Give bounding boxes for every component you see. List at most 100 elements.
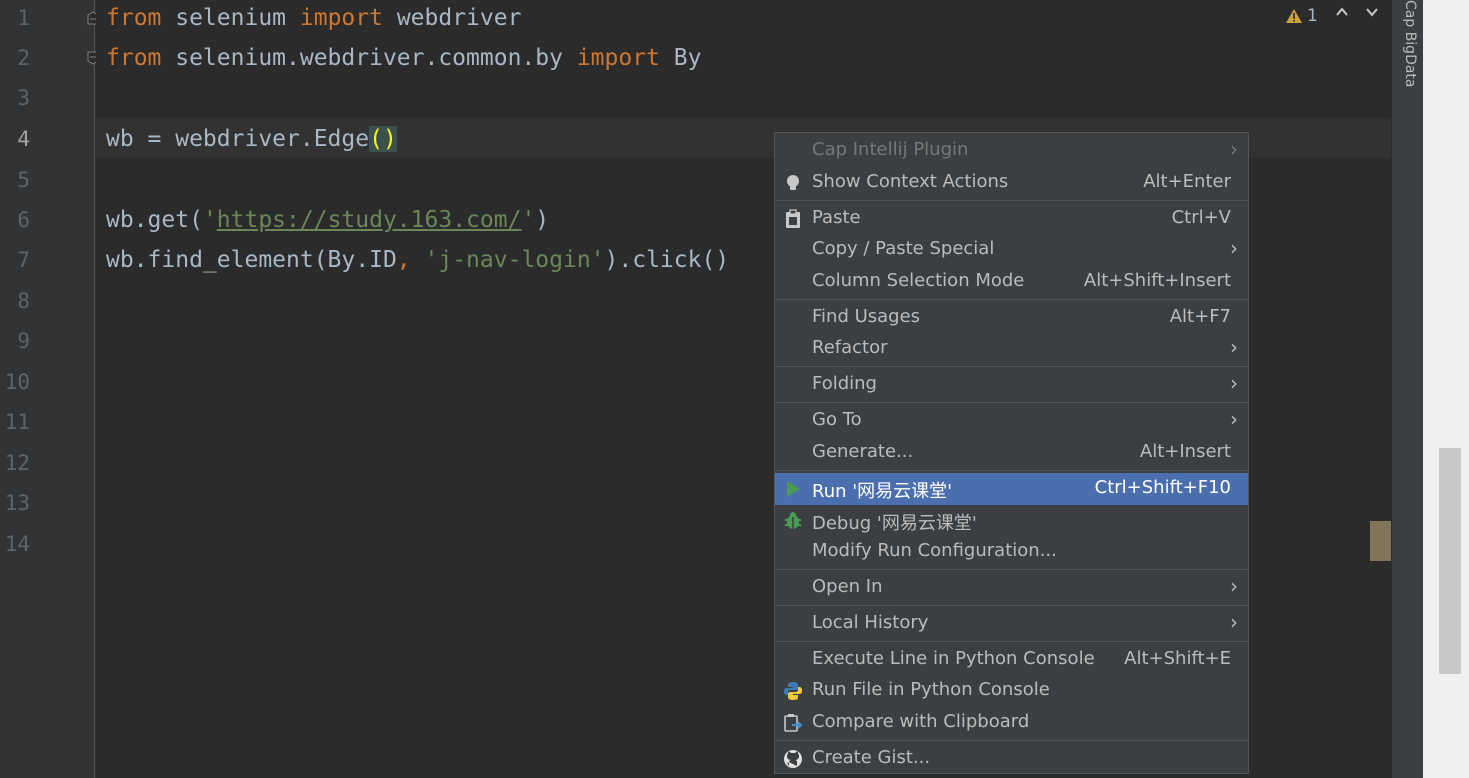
string-quote: ' [521, 207, 536, 233]
line-number: 3 [17, 86, 30, 110]
menu-item-local-history[interactable]: Local History › [775, 608, 1248, 640]
line-number: 2 [17, 46, 30, 70]
menu-item-go-to[interactable]: Go To › [775, 405, 1248, 437]
code-line-1: from selenium import webdriver [106, 0, 521, 38]
lightbulb-icon [787, 175, 799, 190]
github-icon [784, 750, 802, 768]
line-number: 1 [17, 6, 30, 30]
chevron-down-icon [1366, 8, 1378, 17]
menu-item-label: Generate... [812, 441, 914, 462]
menu-item-label: Folding [812, 373, 877, 394]
menu-item-copy-paste-special[interactable]: Copy / Paste Special › [775, 234, 1248, 266]
menu-item-open-in[interactable]: Open In › [775, 572, 1248, 604]
submenu-arrow-icon: › [1230, 371, 1238, 395]
menu-item-shortcut: Alt+Insert [1139, 441, 1231, 462]
warning-count: 1 [1307, 6, 1318, 26]
keyword: import [299, 5, 383, 31]
outer-scrollbar-thumb[interactable] [1439, 448, 1461, 674]
menu-separator [775, 299, 1248, 300]
code-line-2: from selenium.webdriver.common.by import… [106, 38, 701, 78]
inspection-widget[interactable]: 1 [1285, 5, 1318, 27]
menu-item-modify-run-configuration[interactable]: Modify Run Configuration... [775, 536, 1248, 568]
menu-item-create-gist[interactable]: Create Gist... [775, 743, 1248, 775]
string-quote: ' [202, 207, 217, 233]
menu-item-label: Debug '网易云课堂' [812, 513, 977, 534]
menu-separator [775, 470, 1248, 471]
menu-item-label: Run '网易云课堂' [812, 481, 953, 502]
submenu-arrow-icon: › [1230, 574, 1238, 598]
debug-icon [785, 512, 801, 529]
menu-separator [775, 366, 1248, 367]
menu-item-label: Copy / Paste Special [812, 238, 995, 259]
code-text: wb.find_element(By.ID [106, 247, 397, 273]
url-link[interactable]: https://study.163.com/ [217, 207, 522, 233]
menu-item-label: Local History [812, 612, 929, 633]
menu-item-column-selection-mode[interactable]: Column Selection Mode Alt+Shift+Insert [775, 266, 1248, 298]
menu-item-shortcut: Ctrl+V [1171, 207, 1231, 228]
menu-item-label: Open In [812, 576, 883, 597]
string-literal: 'j-nav-login' [424, 247, 605, 273]
menu-item-run-file-in-python-console[interactable]: Run File in Python Console [775, 675, 1248, 707]
menu-item-label: Find Usages [812, 306, 921, 327]
code-line-7: wb.find_element(By.ID, 'j-nav-login').cl… [106, 240, 729, 280]
menu-item-run[interactable]: Run '网易云课堂' Ctrl+Shift+F10 [775, 473, 1248, 505]
comma: , [396, 247, 411, 273]
menu-item-label: Column Selection Mode [812, 270, 1025, 291]
menu-item-label: Modify Run Configuration... [812, 540, 1057, 561]
menu-item-label: Create Gist... [812, 747, 931, 768]
line-number: 11 [4, 410, 30, 434]
menu-item-label: Cap Intellij Plugin [812, 139, 969, 160]
previous-highlight-button[interactable] [1335, 4, 1349, 23]
code-text: selenium [161, 5, 300, 31]
submenu-arrow-icon: › [1230, 407, 1238, 431]
menu-item-execute-line-in-python-console[interactable]: Execute Line in Python Console Alt+Shift… [775, 644, 1248, 676]
next-highlight-button[interactable] [1365, 4, 1379, 23]
right-tool-strip: Cap BigData [1391, 0, 1424, 778]
menu-separator [775, 740, 1248, 741]
menu-item-debug[interactable]: Debug '网易云课堂' [775, 505, 1248, 537]
warning-icon [1286, 9, 1302, 23]
menu-item-cap-intellij-plugin[interactable]: Cap Intellij Plugin › [775, 135, 1248, 167]
menu-item-shortcut: Alt+F7 [1169, 306, 1231, 327]
menu-item-shortcut: Alt+Enter [1143, 171, 1231, 192]
code-text: selenium.webdriver.common.by [161, 45, 577, 71]
menu-item-refactor[interactable]: Refactor › [775, 333, 1248, 365]
menu-item-label: Paste [812, 207, 861, 228]
clipboard-icon [786, 209, 800, 228]
line-number: 10 [4, 370, 30, 394]
menu-item-folding[interactable]: Folding › [775, 369, 1248, 401]
context-menu: Cap Intellij Plugin › Show Context Actio… [774, 132, 1249, 774]
line-number-current: 4 [17, 127, 30, 151]
tool-window-tab-cap-bigdata[interactable]: Cap BigData [1398, 0, 1418, 120]
menu-item-label: Execute Line in Python Console [812, 648, 1095, 669]
line-number: 9 [17, 329, 30, 353]
line-number: 6 [17, 208, 30, 232]
menu-item-compare-with-clipboard[interactable]: Compare with Clipboard [775, 707, 1248, 739]
menu-item-generate[interactable]: Generate... Alt+Insert [775, 437, 1248, 469]
line-number: 12 [4, 451, 30, 475]
menu-separator [775, 605, 1248, 606]
chevron-up-icon [1336, 7, 1348, 16]
menu-item-label: Refactor [812, 337, 888, 358]
keyword: import [576, 45, 660, 71]
menu-separator [775, 641, 1248, 642]
line-number-gutter: 1 2 3 4 5 6 7 8 9 10 11 12 13 14 [0, 0, 95, 778]
line-number: 14 [4, 532, 30, 556]
code-text: webdriver [382, 5, 522, 31]
menu-item-show-context-actions[interactable]: Show Context Actions Alt+Enter [775, 167, 1248, 199]
menu-item-shortcut: Ctrl+Shift+F10 [1094, 477, 1231, 498]
menu-separator [775, 200, 1248, 201]
keyword: from [106, 5, 162, 31]
scrollbar-marker[interactable] [1370, 521, 1391, 561]
line-number: 5 [17, 168, 30, 192]
menu-item-shortcut: Alt+Shift+E [1124, 648, 1231, 669]
menu-item-find-usages[interactable]: Find Usages Alt+F7 [775, 302, 1248, 334]
menu-item-paste[interactable]: Paste Ctrl+V [775, 203, 1248, 235]
submenu-arrow-icon: › [1230, 610, 1238, 634]
keyword: from [106, 45, 162, 71]
line-number: 13 [4, 491, 30, 515]
menu-item-label: Compare with Clipboard [812, 711, 1030, 732]
submenu-arrow-icon: › [1230, 236, 1238, 260]
code-line-6: wb.get('https://study.163.com/') [106, 200, 549, 240]
code-text: ).click() [604, 247, 730, 273]
